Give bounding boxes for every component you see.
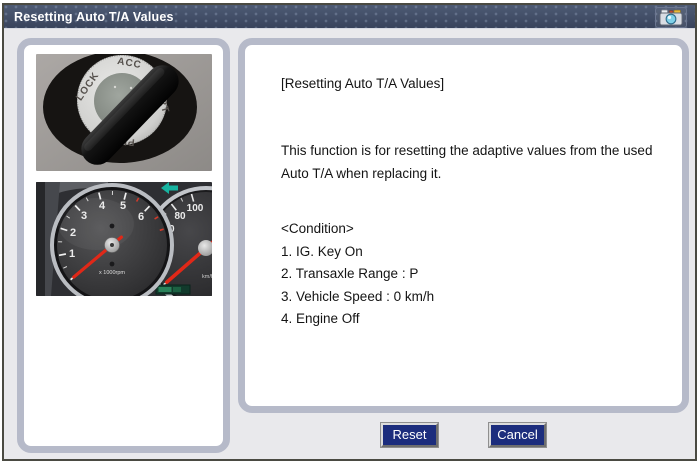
instruction-panel: [Resetting Auto T/A Values] This functio… xyxy=(238,38,689,413)
tach-number-5: 5 xyxy=(119,200,125,212)
condition-item-3: 3. Vehicle Speed : 0 km/h xyxy=(281,288,435,304)
tach-number-3: 3 xyxy=(80,210,86,222)
dialog-body: LOCK ACC START PUSH xyxy=(4,30,695,459)
speed-number-100: 100 xyxy=(186,203,203,214)
tachometer-gauge: 1 2 3 4 5 6 x 1000rpm xyxy=(49,183,174,296)
condition-item-4: 4. Engine Off xyxy=(281,311,360,326)
condition-header: <Condition> xyxy=(281,221,354,236)
instrument-cluster-photo: 20 40 60 80 100 km/h xyxy=(35,182,212,296)
dialog-window: Resetting Auto T/A Values LOCK ACC 80 10… xyxy=(2,3,697,461)
speed-number-80: 80 xyxy=(174,211,186,222)
ignition-key-cylinder-photo: LOCK ACC START PUSH xyxy=(35,54,212,171)
title-bar: Resetting Auto T/A Values xyxy=(4,5,695,29)
image-panel: LOCK ACC START PUSH xyxy=(17,38,230,453)
tach-number-4: 4 xyxy=(98,200,105,212)
tach-number-2: 2 xyxy=(69,227,75,239)
speed-unit-label: km/h xyxy=(202,274,212,280)
instruction-description-line2: Auto T/A when replacing it. xyxy=(281,166,442,181)
reset-button[interactable]: Reset xyxy=(381,423,438,447)
instruction-description-line1: This function is for resetting the adapt… xyxy=(281,143,653,158)
cancel-button[interactable]: Cancel xyxy=(489,423,546,447)
tach-number-6: 6 xyxy=(137,211,143,223)
dialog-title: Resetting Auto T/A Values xyxy=(14,9,174,24)
tach-number-1: 1 xyxy=(68,248,74,260)
condition-item-1: 1. IG. Key On xyxy=(281,243,363,259)
camera-button[interactable] xyxy=(655,7,687,28)
condition-item-2: 2. Transaxle Range : P xyxy=(281,266,419,281)
camera-icon xyxy=(659,9,683,26)
tach-unit-label: x 1000rpm xyxy=(99,270,125,276)
instruction-heading: [Resetting Auto T/A Values] xyxy=(281,76,445,91)
